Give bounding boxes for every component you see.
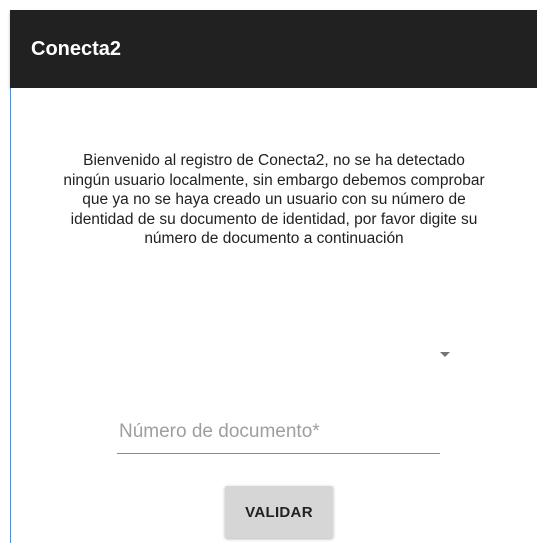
registration-content: Bienvenido al registro de Conecta2, no s… bbox=[10, 88, 537, 543]
welcome-message: Bienvenido al registro de Conecta2, no s… bbox=[63, 152, 485, 247]
app-bar: Conecta2 bbox=[10, 10, 537, 88]
screen: Conecta2 Bienvenido al registro de Conec… bbox=[0, 0, 537, 543]
chevron-down-icon bbox=[440, 352, 450, 357]
status-strip bbox=[0, 0, 537, 10]
document-type-spinner[interactable] bbox=[116, 328, 456, 368]
document-number-input[interactable] bbox=[117, 414, 440, 454]
validate-button[interactable]: VALIDAR bbox=[225, 486, 333, 538]
app-title: Conecta2 bbox=[31, 38, 122, 60]
document-number-field bbox=[117, 414, 440, 460]
